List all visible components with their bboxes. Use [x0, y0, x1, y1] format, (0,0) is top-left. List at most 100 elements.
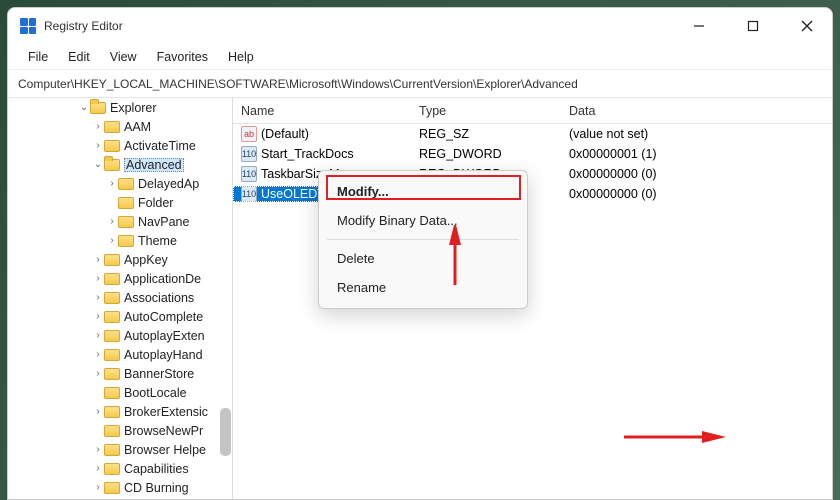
minimize-button[interactable]	[676, 10, 722, 42]
menu-file[interactable]: File	[20, 47, 56, 67]
tree-node[interactable]: › CD Burning	[8, 478, 232, 497]
chevron-right-icon[interactable]: ›	[92, 140, 104, 151]
tree-node[interactable]: › NavPane	[8, 212, 232, 231]
menu-edit[interactable]: Edit	[60, 47, 98, 67]
chevron-right-icon[interactable]: ›	[106, 178, 118, 189]
dword-value-icon: 110	[241, 186, 257, 202]
tree-label: NavPane	[138, 215, 189, 229]
tree-node[interactable]: › AutoplayHand	[8, 345, 232, 364]
folder-icon	[104, 463, 120, 475]
chevron-right-icon[interactable]: ›	[92, 292, 104, 303]
chevron-right-icon[interactable]: ›	[92, 482, 104, 493]
tree-node[interactable]: › Associations	[8, 288, 232, 307]
menu-favorites[interactable]: Favorites	[149, 47, 216, 67]
tree-node[interactable]: › DelayedAp	[8, 174, 232, 193]
value-row[interactable]: ab(Default)REG_SZ(value not set)	[233, 124, 832, 144]
tree-label: CD Burning	[124, 481, 189, 495]
address-bar[interactable]: Computer\HKEY_LOCAL_MACHINE\SOFTWARE\Mic…	[8, 70, 832, 98]
chevron-right-icon[interactable]: ›	[92, 406, 104, 417]
tree-node[interactable]: › AutoComplete	[8, 307, 232, 326]
address-text: Computer\HKEY_LOCAL_MACHINE\SOFTWARE\Mic…	[18, 77, 578, 91]
menu-bar: File Edit View Favorites Help	[8, 44, 832, 70]
folder-icon	[104, 311, 120, 323]
chevron-right-icon[interactable]: ›	[92, 311, 104, 322]
tree-node[interactable]: › Browser Helpe	[8, 440, 232, 459]
chevron-right-icon[interactable]: ›	[92, 368, 104, 379]
tree-label: AutoplayExten	[124, 329, 205, 343]
folder-icon	[104, 254, 120, 266]
string-value-icon: ab	[241, 126, 257, 142]
chevron-right-icon[interactable]: ›	[92, 463, 104, 474]
column-headers[interactable]: Name Type Data	[233, 98, 832, 124]
tree-node[interactable]: ›BrokerExtensic	[8, 402, 232, 421]
tree-node[interactable]: BootLocale	[8, 383, 232, 402]
cell-data: 0x00000000 (0)	[561, 187, 832, 201]
chevron-right-icon[interactable]: ›	[92, 273, 104, 284]
tree-node[interactable]: Folder	[8, 193, 232, 212]
tree-label: DelayedAp	[138, 177, 199, 191]
tree-node[interactable]: › Theme	[8, 231, 232, 250]
col-data[interactable]: Data	[561, 98, 832, 123]
chevron-right-icon[interactable]: ›	[92, 330, 104, 341]
col-type[interactable]: Type	[411, 98, 561, 123]
tree-node[interactable]: ⌄Explorer	[8, 98, 232, 117]
maximize-button[interactable]	[730, 10, 776, 42]
tree-label: ApplicationDe	[124, 272, 201, 286]
tree-pane[interactable]: ⌄Explorer › AAM › ActivateTime ⌄ Advanced › Dela…	[8, 98, 233, 499]
tree-label: Advanced	[124, 158, 184, 172]
regedit-icon	[20, 18, 36, 34]
dword-value-icon: 110	[241, 146, 257, 162]
chevron-right-icon[interactable]: ›	[92, 121, 104, 132]
value-row[interactable]: 110Start_TrackDocsREG_DWORD0x00000001 (1…	[233, 144, 832, 164]
chevron-right-icon[interactable]: ›	[92, 254, 104, 265]
chevron-right-icon[interactable]: ›	[106, 216, 118, 227]
tree-node[interactable]: › AutoplayExten	[8, 326, 232, 345]
ctx-modify[interactable]: Modify...	[319, 177, 527, 206]
tree-label: ActivateTime	[124, 139, 196, 153]
chevron-right-icon[interactable]: ›	[92, 444, 104, 455]
folder-icon	[90, 102, 106, 114]
tree-label: Associations	[124, 291, 194, 305]
col-name[interactable]: Name	[233, 98, 411, 123]
folder-icon	[104, 349, 120, 361]
tree-label: AAM	[124, 120, 151, 134]
tree-node[interactable]: › AAM	[8, 117, 232, 136]
tree-label: Folder	[138, 196, 173, 210]
value-name: (Default)	[261, 127, 309, 141]
tree-label: BrowseNewPr	[124, 424, 203, 438]
tree-label: AppKey	[124, 253, 168, 267]
chevron-down-icon[interactable]: ⌄	[92, 159, 104, 170]
tree-node[interactable]: ›CommandSto	[8, 497, 232, 499]
tree-label: Browser Helpe	[124, 443, 206, 457]
menu-help[interactable]: Help	[220, 47, 262, 67]
folder-icon	[118, 216, 134, 228]
tree-node[interactable]: › AppKey	[8, 250, 232, 269]
folder-icon	[104, 482, 120, 494]
chevron-right-icon[interactable]: ›	[106, 235, 118, 246]
tree-node[interactable]: › ApplicationDe	[8, 269, 232, 288]
folder-icon	[104, 444, 120, 456]
chevron-right-icon[interactable]: ›	[92, 349, 104, 360]
tree-node[interactable]: BrowseNewPr	[8, 421, 232, 440]
tree-node[interactable]: ›Capabilities	[8, 459, 232, 478]
value-name: Start_TrackDocs	[261, 147, 354, 161]
tree-label: AutoplayHand	[124, 348, 203, 362]
tree-node[interactable]: ›BannerStore	[8, 364, 232, 383]
ctx-modify-binary[interactable]: Modify Binary Data...	[319, 206, 527, 235]
title-bar: Registry Editor	[8, 8, 832, 44]
ctx-rename[interactable]: Rename	[319, 273, 527, 302]
tree-node[interactable]: › ActivateTime	[8, 136, 232, 155]
cell-type: REG_SZ	[411, 127, 561, 141]
folder-icon	[118, 178, 134, 190]
tree-label: BootLocale	[124, 386, 187, 400]
close-button[interactable]	[784, 10, 830, 42]
tree-label: Theme	[138, 234, 177, 248]
tree-node[interactable]: ⌄ Advanced	[8, 155, 232, 174]
tree-label: AutoComplete	[124, 310, 203, 324]
scrollbar-thumb[interactable]	[220, 408, 231, 456]
ctx-delete[interactable]: Delete	[319, 244, 527, 273]
folder-icon	[104, 406, 120, 418]
chevron-down-icon[interactable]: ⌄	[78, 102, 90, 113]
menu-view[interactable]: View	[102, 47, 145, 67]
folder-icon	[104, 330, 120, 342]
